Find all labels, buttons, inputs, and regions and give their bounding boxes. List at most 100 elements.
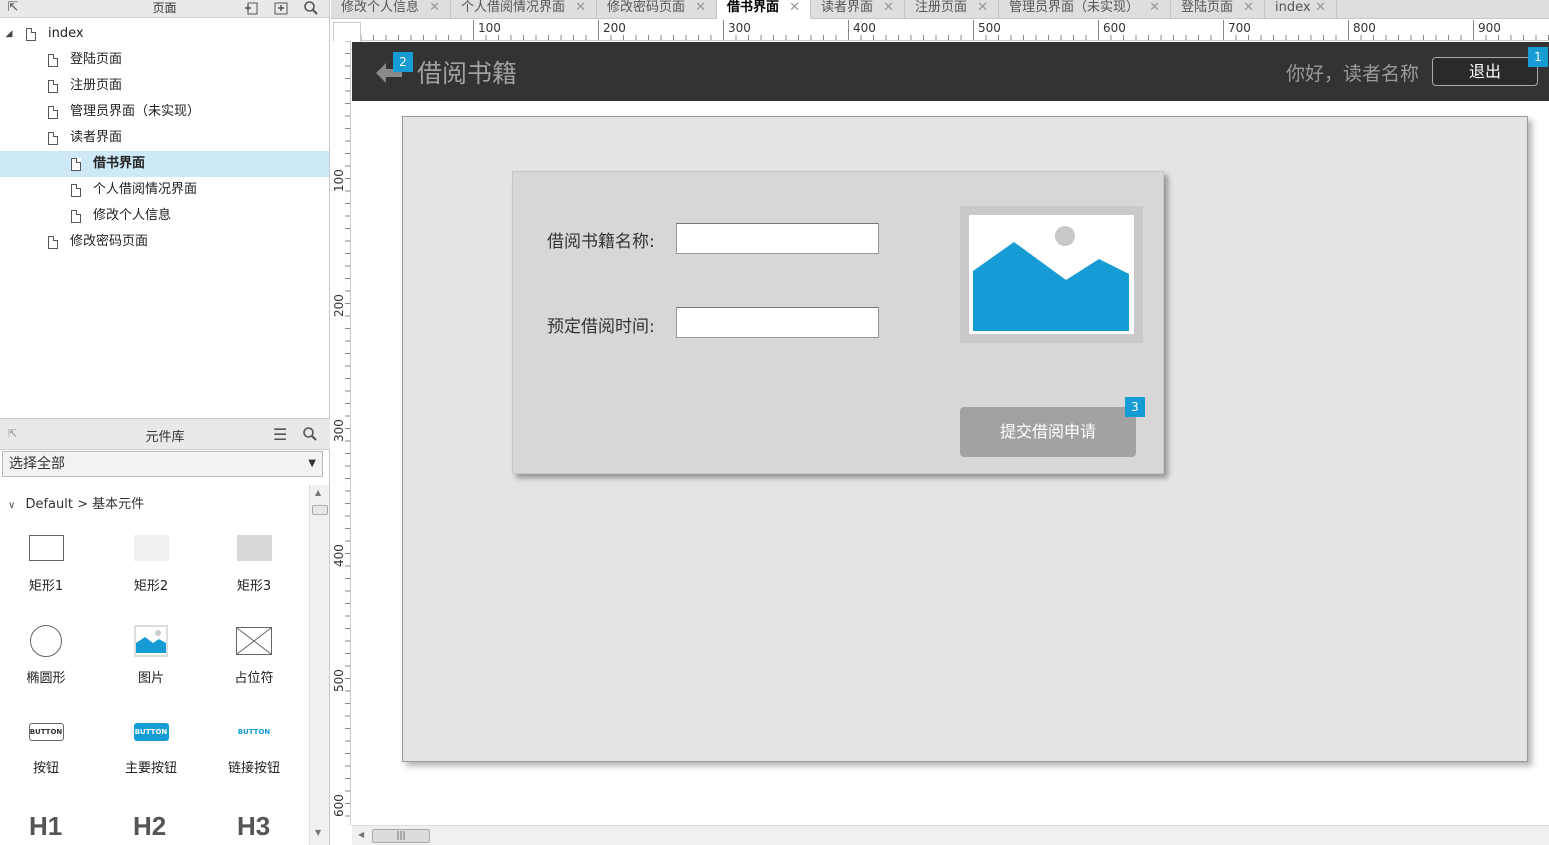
close-icon[interactable]: ✕ [789, 0, 800, 15]
library-panel-header: ⇱ 元件库 ☰ [0, 418, 330, 450]
close-icon[interactable]: ✕ [883, 0, 894, 15]
page-icon [48, 80, 58, 93]
scroll-down-icon[interactable]: ▼ [315, 828, 321, 837]
page-tree-label: index [48, 26, 84, 41]
tab-login[interactable]: 登陆页面 ✕ [1171, 0, 1265, 19]
widget-h3[interactable]: H3 [237, 811, 270, 842]
app-title: 借阅书籍 [417, 59, 518, 88]
expanded-arrow-icon[interactable]: ◢ [4, 21, 14, 47]
library-scrollbar[interactable]: ▲ ▼ [309, 485, 329, 845]
menu-icon[interactable]: ☰ [273, 425, 287, 444]
page-tree-item[interactable]: ▷管理员界面（未实现） [0, 99, 329, 125]
page-tree-item[interactable]: 登陆页面 [0, 47, 329, 73]
library-select[interactable]: 选择全部 ▼ [2, 451, 323, 477]
add-folder-icon[interactable] [272, 0, 290, 18]
widget-image[interactable]: 图片 [101, 625, 201, 686]
button-icon: BUTTON [28, 723, 64, 741]
scroll-up-icon[interactable]: ▲ [315, 488, 321, 497]
page-tree-item[interactable]: 修改密码页面 [0, 229, 329, 255]
page-tree-label: 注册页面 [70, 78, 123, 93]
link-button-icon: BUTTON [237, 728, 271, 736]
page-tree-item[interactable]: ◢ index [0, 21, 329, 47]
ruler-label: 300 [728, 21, 751, 35]
search-icon[interactable] [302, 426, 318, 446]
badge-logout: 1 [1528, 47, 1548, 67]
page-tree: ◢ index 登陆页面注册页面 ▷管理员界面（未实现）◢读者界面借书界面个人借阅情况… [0, 21, 329, 255]
scroll-thumb[interactable] [312, 505, 328, 515]
tab-label: 读者界面 [821, 0, 874, 15]
tab-label: 注册页面 [915, 0, 968, 15]
widget-ellipse[interactable]: 椭圆形 [0, 625, 96, 686]
close-icon[interactable]: ✕ [977, 0, 988, 15]
widget-label: 链接按钮 [227, 761, 280, 776]
widget-label: 按钮 [32, 761, 59, 776]
close-icon[interactable]: ✕ [575, 0, 586, 15]
page-icon [48, 132, 58, 145]
page-tree-item[interactable]: 借书界面 [0, 151, 329, 177]
scroll-left-icon[interactable]: ◀ [358, 830, 364, 839]
content-panel: 借阅书籍名称: 预定借阅时间: 提交借阅申请 3 [402, 116, 1528, 762]
scroll-thumb[interactable]: ||| [372, 829, 430, 843]
widget-rectangle2[interactable]: 矩形2 [101, 535, 201, 594]
close-icon[interactable]: ✕ [695, 0, 706, 15]
tab-edit-profile[interactable]: 修改个人信息 ✕ [331, 0, 451, 19]
widget-label: 矩形1 [28, 579, 64, 594]
book-image [960, 206, 1143, 343]
ruler-label: 500 [332, 669, 346, 692]
close-icon[interactable]: ✕ [1149, 0, 1160, 15]
widget-link-button[interactable]: BUTTON 链接按钮 [204, 723, 304, 776]
page-icon [48, 236, 58, 249]
ruler-label: 500 [978, 21, 1001, 35]
app-header: 2 借阅书籍 你好，读者名称 退出 1 [352, 42, 1549, 101]
widget-placeholder[interactable]: 占位符 [204, 625, 304, 686]
book-name-input[interactable] [676, 223, 879, 254]
tab-label: 个人借阅情况界面 [461, 0, 566, 15]
ruler-label: 100 [332, 169, 346, 192]
tab-reader[interactable]: 读者界面 ✕ [811, 0, 905, 19]
page-icon [71, 158, 81, 171]
canvas-horizontal-scrollbar[interactable]: ◀ ||| [352, 825, 1549, 845]
tab-change-password[interactable]: 修改密码页面 ✕ [597, 0, 717, 19]
chevron-down-icon: ∨ [8, 500, 16, 511]
pages-panel-header: ⇱ 页面 [0, 0, 329, 18]
rectangle-white-icon [28, 535, 64, 561]
book-name-label: 借阅书籍名称: [547, 232, 655, 252]
borrow-form-panel: 借阅书籍名称: 预定借阅时间: 提交借阅申请 3 [512, 171, 1164, 474]
chevron-down-icon: ▼ [308, 458, 316, 469]
widget-rectangle3[interactable]: 矩形3 [204, 535, 304, 594]
tab-label: 登陆页面 [1181, 0, 1234, 15]
page-tree-item[interactable]: 个人借阅情况界面 [0, 177, 329, 203]
widget-h1[interactable]: H1 [29, 811, 62, 842]
tab-admin[interactable]: 管理员界面（未实现） ✕ [999, 0, 1171, 19]
library-widgets: ∨ Default > 基本元件 矩形1 矩形2 矩形3 椭圆形 图片 占位符 … [0, 485, 308, 845]
page-icon [48, 106, 58, 119]
logout-button[interactable]: 退出 [1432, 57, 1538, 86]
widget-button[interactable]: BUTTON 按钮 [0, 723, 96, 776]
ellipse-icon [30, 625, 62, 657]
library-category[interactable]: ∨ Default > 基本元件 [8, 493, 144, 512]
tab-bar: 修改个人信息 ✕ 个人借阅情况界面 ✕ 修改密码页面 ✕ 借书界面 ✕ 读者界面 ✕ 注册… [331, 0, 1549, 19]
page-tree-item[interactable]: ◢读者界面 [0, 125, 329, 151]
borrow-time-input[interactable] [676, 307, 879, 338]
tab-index[interactable]: index ✕ [1265, 0, 1337, 19]
submit-borrow-button[interactable]: 提交借阅申请 [960, 407, 1136, 457]
close-icon[interactable]: ✕ [1243, 0, 1254, 15]
left-panel: ⇱ 页面 ◢ index 登陆页面注册页面 ▷管理员界面（未实现）◢读者界面借书界面个… [0, 0, 330, 845]
tab-label: 借书界面 [727, 0, 780, 15]
widget-h2[interactable]: H2 [133, 811, 166, 842]
page-tree-label: 修改个人信息 [93, 208, 172, 223]
design-canvas[interactable]: 2 借阅书籍 你好，读者名称 退出 1 借阅书籍名称: 预定借阅时间: 提交借阅… [352, 42, 1549, 825]
tab-register[interactable]: 注册页面 ✕ [905, 0, 999, 19]
widget-label: 占位符 [234, 671, 274, 686]
close-icon[interactable]: ✕ [1315, 0, 1326, 15]
widget-primary-button[interactable]: BUTTON 主要按钮 [101, 723, 201, 776]
add-page-icon[interactable] [242, 0, 260, 18]
tab-borrow-page[interactable]: 借书界面 ✕ [717, 0, 811, 19]
tab-borrow-status[interactable]: 个人借阅情况界面 ✕ [451, 0, 597, 19]
search-icon[interactable] [302, 0, 320, 18]
close-icon[interactable]: ✕ [429, 0, 440, 15]
ruler-label: 200 [332, 294, 346, 317]
page-tree-item[interactable]: 注册页面 [0, 73, 329, 99]
widget-rectangle1[interactable]: 矩形1 [0, 535, 96, 594]
page-tree-item[interactable]: 修改个人信息 [0, 203, 329, 229]
